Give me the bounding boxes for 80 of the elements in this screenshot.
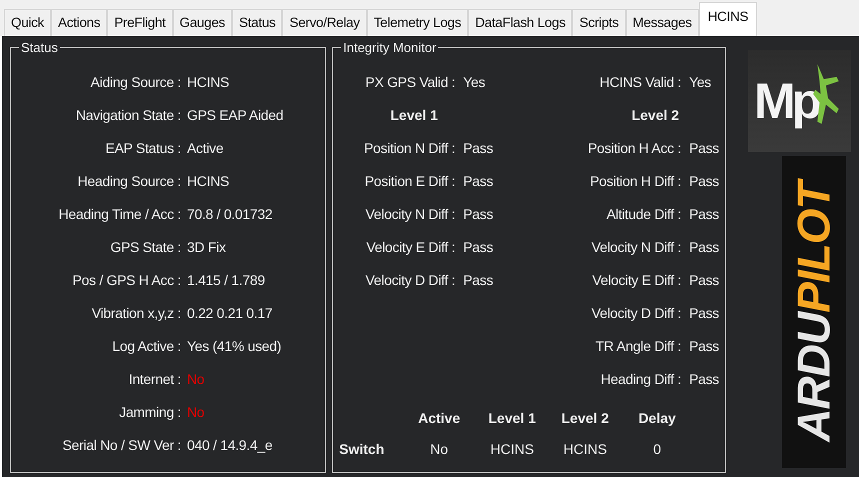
field-value: Yes (41% used) bbox=[187, 338, 282, 354]
field-label: Aiding Source : bbox=[90, 74, 181, 90]
field-label: HCINS Valid : bbox=[598, 74, 682, 90]
field-value: Pass bbox=[689, 304, 719, 320]
field-value: Yes bbox=[689, 74, 712, 90]
field-value: 040 / 14.9.4_e bbox=[187, 436, 274, 452]
field-value: Pass bbox=[689, 272, 719, 288]
field-label: Heading Time / Acc : bbox=[58, 206, 181, 222]
field-label: TR Angle Diff : bbox=[594, 338, 682, 354]
field-value: 0.22 0.21 0.17 bbox=[187, 304, 274, 320]
field-label: Heading Source : bbox=[76, 172, 181, 188]
tab[interactable]: Messages bbox=[626, 9, 699, 36]
table-cell: No bbox=[430, 440, 448, 456]
ardupilot-logo: ARDUPILOT bbox=[782, 156, 846, 468]
field-label: Heading Diff : bbox=[600, 370, 682, 386]
table-cell: 0 bbox=[653, 440, 662, 456]
field-label: GPS State : bbox=[109, 238, 181, 254]
tab[interactable]: Scripts bbox=[572, 9, 626, 36]
logo-text: Mp bbox=[754, 72, 818, 130]
field-value: Pass bbox=[463, 172, 494, 188]
tab[interactable]: Gauges bbox=[172, 9, 232, 36]
field-label: Velocity D Diff : bbox=[590, 304, 682, 320]
field-value: No bbox=[187, 404, 206, 420]
tab[interactable]: DataFlash Logs bbox=[468, 9, 572, 36]
field-label: Log Active : bbox=[111, 338, 181, 354]
field-value: 1.415 / 1.789 bbox=[187, 272, 266, 288]
field-value: Pass bbox=[463, 206, 494, 222]
field-label: Position H Acc : bbox=[586, 140, 682, 156]
field-label: Velocity N Diff : bbox=[364, 206, 456, 222]
field-value: Pass bbox=[689, 238, 719, 254]
field-label: Position E Diff : bbox=[364, 172, 456, 188]
row-heading: Switch bbox=[339, 440, 384, 456]
tab[interactable]: Actions bbox=[51, 9, 108, 36]
field-label: Velocity E Diff : bbox=[591, 272, 682, 288]
field-value: Pass bbox=[463, 238, 494, 254]
field-label: Jamming : bbox=[118, 404, 181, 420]
tab[interactable]: Telemetry Logs bbox=[366, 9, 468, 36]
column-heading: Level 2 bbox=[561, 410, 609, 426]
tab[interactable]: Quick bbox=[4, 9, 52, 36]
field-value: 3D Fix bbox=[187, 238, 227, 254]
field-label: Internet : bbox=[128, 370, 181, 386]
field-label: Navigation State : bbox=[74, 106, 181, 122]
field-value: Yes bbox=[463, 74, 486, 90]
column-heading: Level 1 bbox=[390, 106, 438, 122]
field-label: Position H Diff : bbox=[588, 172, 682, 188]
field-value: Pass bbox=[463, 140, 494, 156]
field-value: Pass bbox=[689, 140, 719, 156]
field-value: Pass bbox=[689, 172, 719, 188]
field-value: Pass bbox=[463, 272, 494, 288]
tab[interactable]: Servo/Relay bbox=[282, 9, 367, 36]
field-label: Serial No / SW Ver : bbox=[62, 436, 181, 452]
field-label: PX GPS Valid : bbox=[364, 74, 456, 90]
field-label: Velocity N Diff : bbox=[590, 238, 682, 254]
field-value: Active bbox=[187, 140, 224, 156]
table-cell: HCINS bbox=[490, 440, 534, 456]
tab[interactable]: HCINS bbox=[698, 2, 758, 36]
field-value: Pass bbox=[689, 370, 719, 386]
column-heading: Active bbox=[418, 410, 460, 426]
column-heading: Level 2 bbox=[632, 106, 680, 122]
group-title: Status bbox=[20, 40, 59, 55]
field-value: Pass bbox=[689, 338, 719, 354]
field-value: GPS EAP Aided bbox=[187, 106, 284, 122]
field-value: Pass bbox=[689, 206, 719, 222]
tab[interactable]: Status bbox=[232, 9, 282, 36]
field-label: Vibration x,y,z : bbox=[90, 304, 181, 320]
field-label: EAP Status : bbox=[104, 140, 181, 156]
table-cell: HCINS bbox=[563, 440, 607, 456]
field-value: No bbox=[187, 370, 206, 386]
field-label: Velocity D Diff : bbox=[364, 272, 456, 288]
field-label: Altitude Diff : bbox=[605, 206, 682, 222]
column-heading: Delay bbox=[638, 410, 676, 426]
field-label: Velocity E Diff : bbox=[365, 238, 456, 254]
field-value: HCINS bbox=[187, 172, 230, 188]
tab[interactable]: PreFlight bbox=[107, 9, 173, 36]
group-title: Integrity Monitor bbox=[342, 40, 438, 55]
column-heading: Level 1 bbox=[488, 410, 536, 426]
field-label: Position N Diff : bbox=[363, 140, 456, 156]
field-label: Pos / GPS H Acc : bbox=[72, 272, 181, 288]
field-value: 70.8 / 0.01732 bbox=[187, 206, 274, 222]
field-value: HCINS bbox=[187, 74, 230, 90]
